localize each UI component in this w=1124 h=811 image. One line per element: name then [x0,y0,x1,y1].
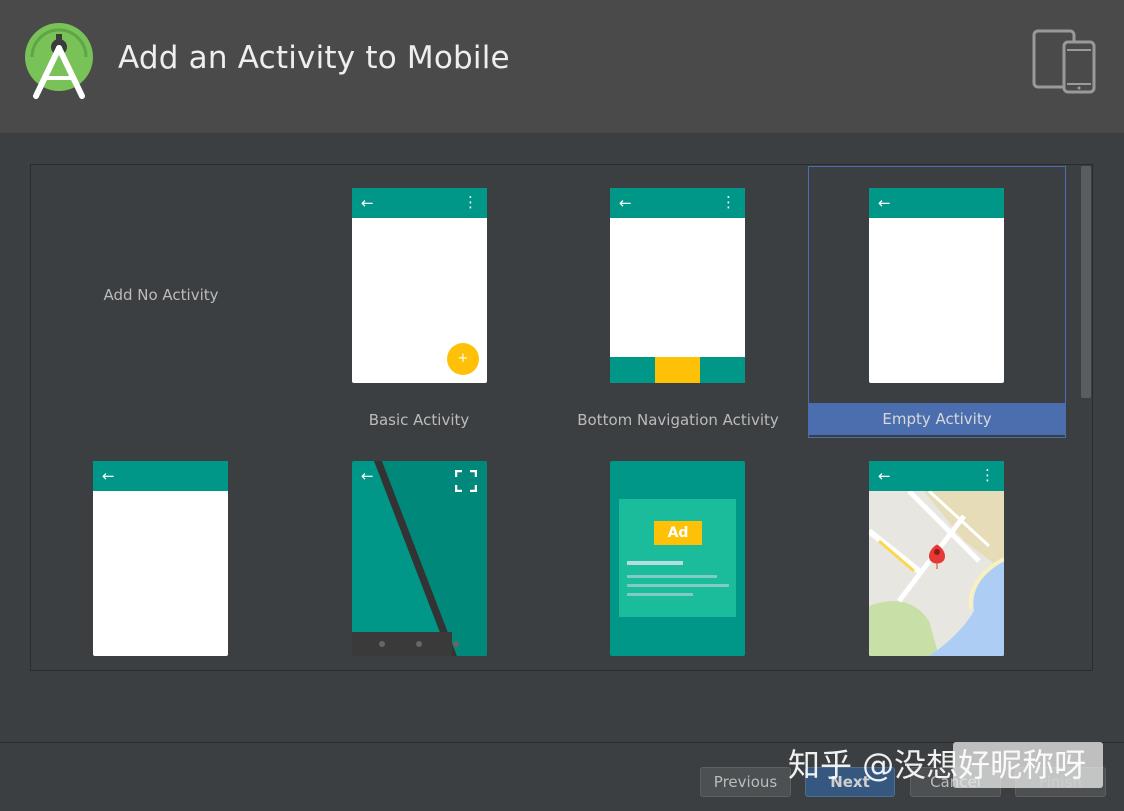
overflow-menu-icon: ⋮ [463,193,478,211]
template-add-no-activity[interactable]: Add No Activity [32,168,288,438]
ad-badge: Ad [654,521,702,545]
arrow-back-icon: ← [361,467,374,485]
overflow-menu-icon: ⋮ [980,466,995,484]
gallery-scrollbar[interactable] [1081,166,1091,398]
ad-line [627,593,693,596]
wizard-header: Add an Activity to Mobile [0,0,1124,133]
toolbar: ← ⋮ [869,461,1004,491]
bottom-navigation-preview: ← ⋮ [610,188,745,383]
arrow-back-icon: ← [619,194,632,212]
page-title: Add an Activity to Mobile [118,40,510,76]
arrow-back-icon: ← [878,194,891,212]
ad-line [627,575,717,578]
bottom-nav-bar [610,357,745,383]
fab-icon: + [447,343,479,375]
ad-line [627,561,683,565]
template-label: Add No Activity [103,286,219,304]
template-google-admob-preview[interactable]: Ad [610,461,745,656]
ad-line [627,584,729,587]
template-label: Empty Activity [809,403,1065,435]
toolbar: ← ⋮ [352,188,487,218]
fullscreen-icon [455,470,477,492]
template-fullscreen-toolbar-preview[interactable]: ← [93,461,228,656]
empty-activity-preview: ← [869,188,1004,383]
toolbar: ← [93,461,228,491]
toolbar: ← [869,188,1004,218]
template-empty-activity[interactable]: ← Empty Activity [808,166,1066,438]
template-basic-activity[interactable]: ← ⋮ + Basic Activity [291,168,547,438]
previous-button[interactable]: Previous [700,767,791,797]
arrow-back-icon: ← [878,467,891,485]
overflow-menu-icon: ⋮ [721,193,736,211]
template-label: Bottom Navigation Activity [577,411,779,429]
template-label: Basic Activity [368,411,470,429]
toolbar: ← ⋮ [610,188,745,218]
ad-card: Ad [619,499,736,617]
arrow-back-icon: ← [102,467,115,485]
template-fullscreen-activity-preview[interactable]: ← [352,461,487,656]
watermark-text: 知乎 @没想好昵称呀 [788,746,1087,784]
template-bottom-navigation-activity[interactable]: ← ⋮ Bottom Navigation Activity [550,168,806,438]
android-studio-logo-icon [25,23,93,99]
template-google-maps-preview[interactable]: ← ⋮ [869,461,1004,656]
phone-tablet-icon [1032,29,1096,94]
bottom-nav-active-item [655,357,700,383]
basic-activity-preview: ← ⋮ + [352,188,487,383]
arrow-back-icon: ← [361,194,374,212]
